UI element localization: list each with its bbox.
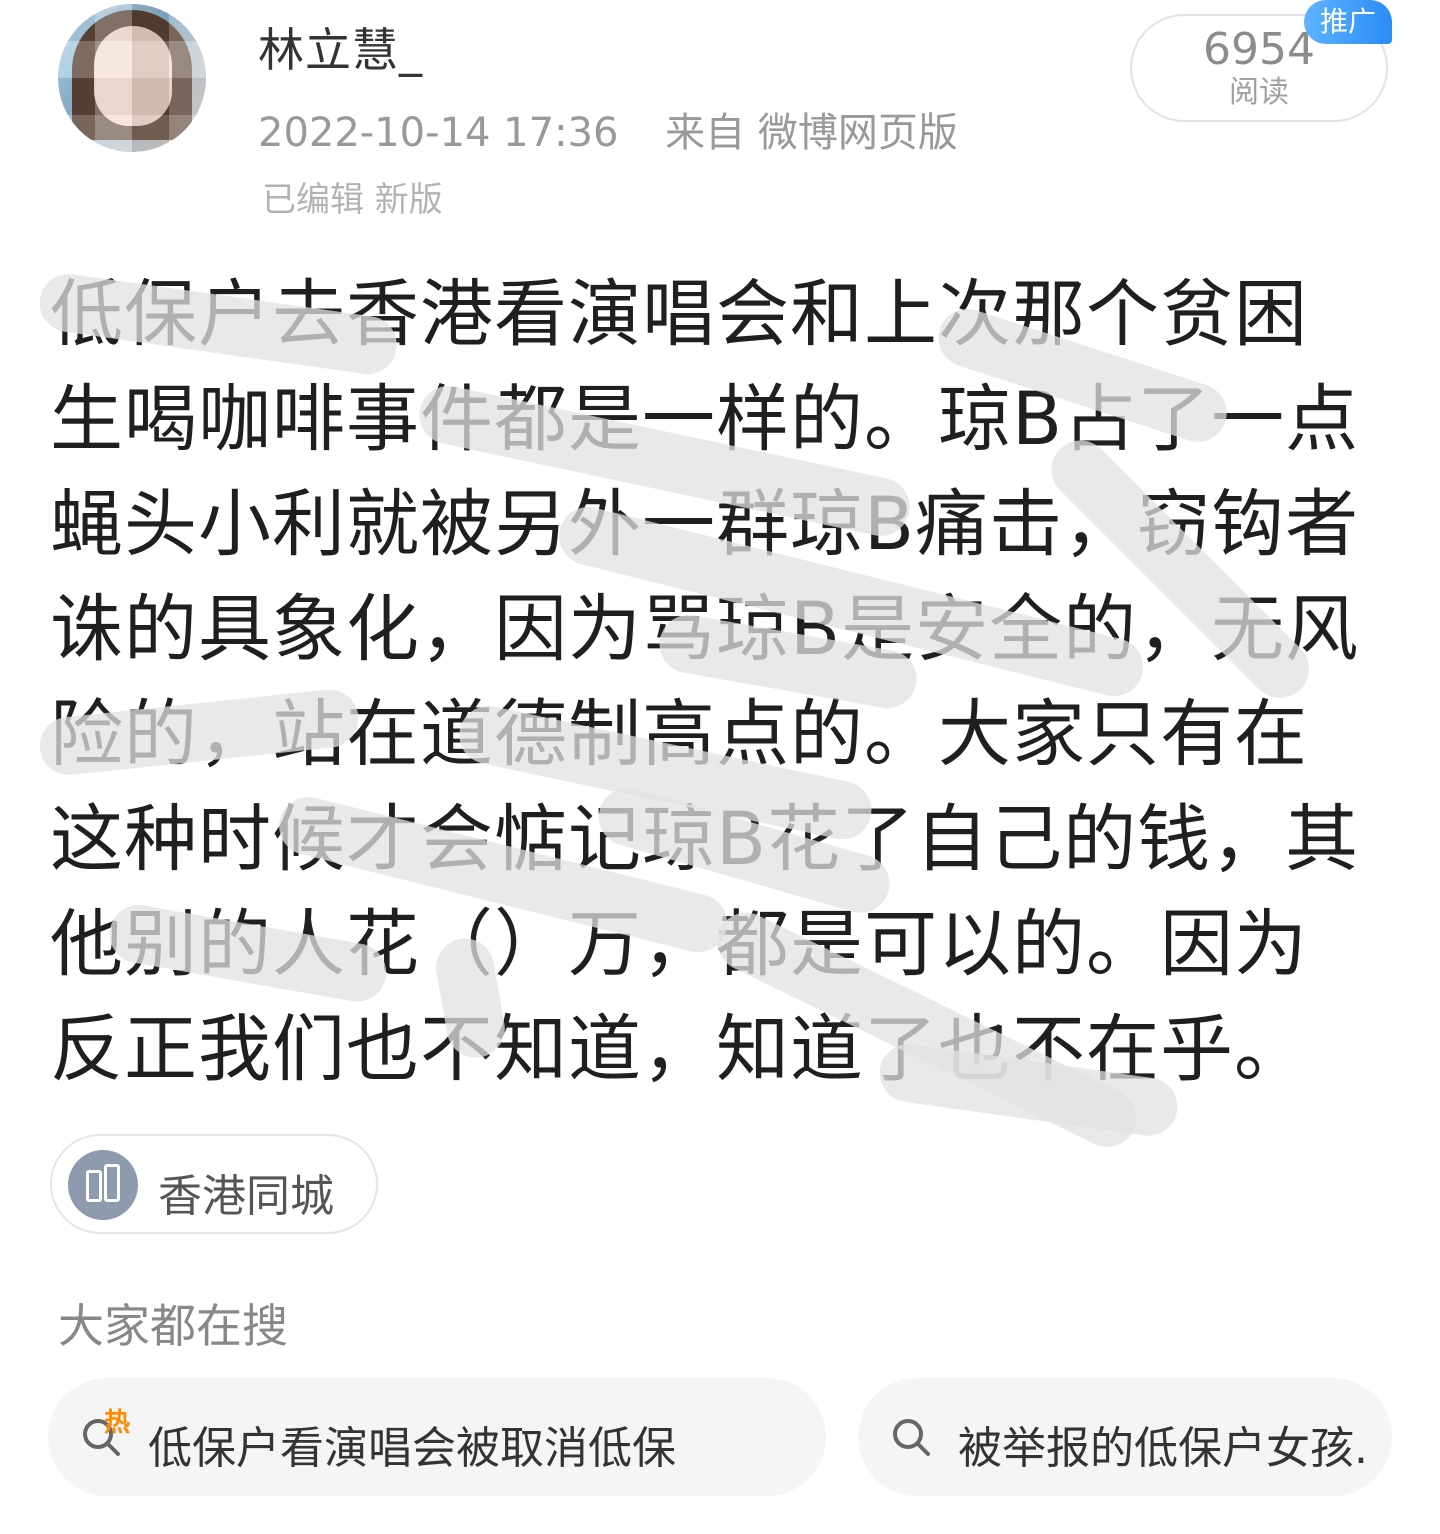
- hot-search-label: 低保户看演唱会被取消低保: [148, 1423, 676, 1474]
- location-chip[interactable]: 香港同城: [50, 1134, 378, 1234]
- hot-search-item[interactable]: 被举报的低保户女孩...: [858, 1378, 1392, 1496]
- post-meta: 2022-10-14 17:36 来自 微博网页版: [258, 100, 958, 158]
- username[interactable]: 林立慧_: [258, 14, 423, 80]
- post-line: 反正我们也不知道，知道了也不在乎。: [50, 1007, 1308, 1092]
- hot-tag: 热: [104, 1408, 131, 1438]
- post-time: 2022-10-14 17:36: [258, 110, 619, 156]
- post-source[interactable]: 来自 微博网页版: [665, 110, 958, 156]
- avatar-mosaic: [58, 4, 206, 152]
- promo-tag[interactable]: 推广: [1304, 0, 1392, 44]
- hot-search-label: 被举报的低保户女孩...: [958, 1423, 1368, 1474]
- post-subline: 已编辑 新版: [262, 180, 443, 220]
- search-icon: [893, 1419, 930, 1456]
- location-label: 香港同城: [158, 1171, 334, 1222]
- building-icon: [68, 1150, 138, 1220]
- hot-search-item[interactable]: 热 低保户看演唱会被取消低保: [48, 1378, 826, 1496]
- avatar[interactable]: [58, 4, 206, 152]
- read-label: 阅读: [1229, 75, 1289, 110]
- hot-search-title: 大家都在搜: [58, 1299, 288, 1353]
